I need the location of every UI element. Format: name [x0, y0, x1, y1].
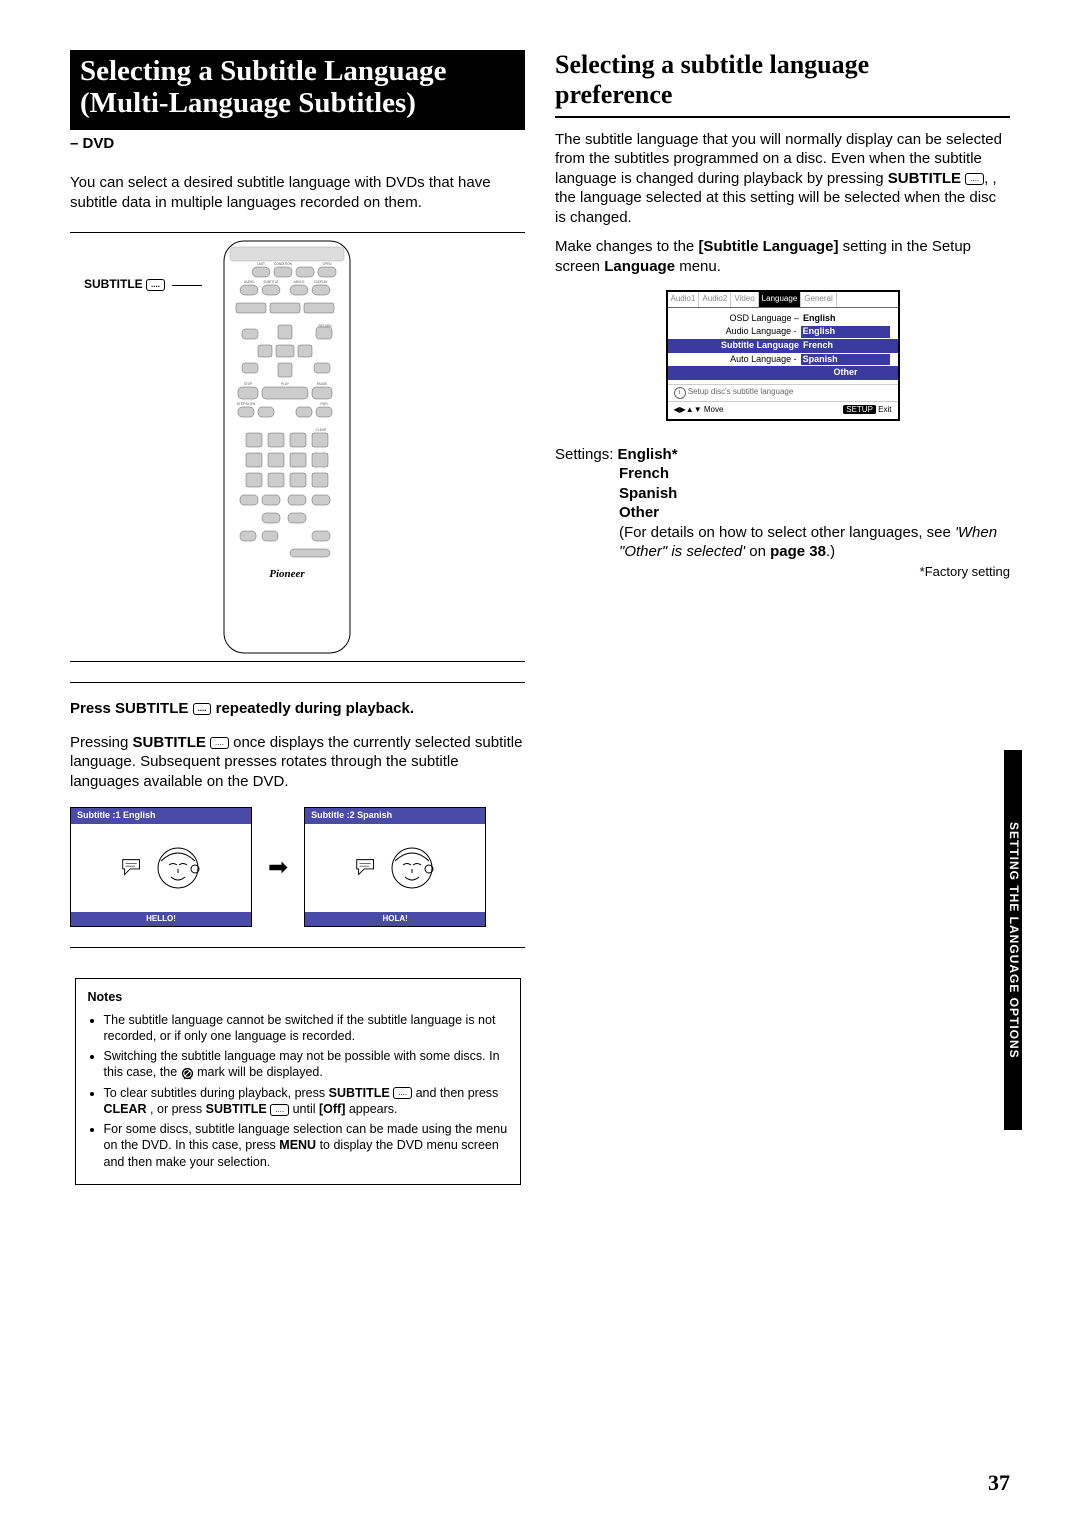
- title-line2: (Multi-Language Subtitles): [80, 88, 515, 120]
- step-instruction: Press SUBTITLE .... repeatedly during pl…: [70, 699, 525, 719]
- title-line1: Selecting a Subtitle Language: [80, 56, 515, 88]
- subtitle-callout: SUBTITLE ....: [84, 277, 202, 293]
- remote-diagram: SUBTITLE ....: [70, 232, 525, 662]
- svg-text:CLEAR: CLEAR: [316, 428, 327, 432]
- svg-text:ANGLE: ANGLE: [294, 280, 305, 284]
- svg-text:AUDIO: AUDIO: [244, 280, 255, 284]
- note-item: For some discs, subtitle language select…: [104, 1121, 508, 1170]
- svg-text:Pioneer: Pioneer: [270, 568, 306, 580]
- menu-tab-active: Language: [759, 292, 802, 306]
- button-glyph-icon: ....: [193, 703, 212, 715]
- menu-popup-option: Other: [668, 366, 898, 380]
- button-glyph-icon: ....: [210, 737, 229, 749]
- svg-text:STEP/SLOW: STEP/SLOW: [237, 402, 256, 406]
- menu-row-selected: Subtitle Language French: [668, 339, 898, 353]
- svg-text:DISPLAY: DISPLAY: [315, 280, 329, 284]
- menu-hint: i Setup disc's subtitle language: [668, 384, 898, 401]
- settings-details: (For details on how to select other lang…: [619, 523, 1010, 562]
- notes-title: Notes: [88, 989, 508, 1005]
- svg-text:LAST: LAST: [257, 262, 265, 266]
- svg-text:OPEN: OPEN: [323, 262, 333, 266]
- menu-tabs: Audio1 Audio2 Video Language General: [668, 292, 898, 307]
- svg-text:FWD: FWD: [321, 402, 329, 406]
- setting-option: French: [619, 464, 1010, 484]
- svg-text:CONDITION: CONDITION: [274, 262, 293, 266]
- note-item: The subtitle language cannot be switched…: [104, 1012, 508, 1045]
- step-body: Pressing SUBTITLE .... once displays the…: [70, 733, 525, 792]
- arrow-right-icon: ➡: [268, 852, 288, 883]
- dvd-tag: – DVD: [70, 134, 525, 154]
- menu-footer: ◀▶▲▼ Move SETUP Exit: [668, 401, 898, 418]
- speech-bubble-icon: [353, 854, 381, 882]
- svg-text:PAUSE: PAUSE: [317, 382, 328, 386]
- menu-row: OSD Language – English: [668, 312, 898, 326]
- setting-option: Other: [619, 503, 1010, 523]
- heading-rule: [555, 116, 1010, 118]
- menu-row: Auto Language - Spanish: [668, 353, 898, 367]
- setting-option: Spanish: [619, 484, 1010, 504]
- page-number: 37: [988, 1469, 1010, 1498]
- button-glyph-icon: ....: [270, 1104, 289, 1116]
- menu-tab: General: [801, 292, 836, 306]
- face-icon: [153, 843, 203, 893]
- face-icon: [387, 843, 437, 893]
- osd-left: Subtitle :1 English: [70, 807, 252, 927]
- speech-bubble-icon: [119, 854, 147, 882]
- osd-example-pair: Subtitle :1 English: [70, 807, 525, 948]
- svg-text:SUBTITLE: SUBTITLE: [264, 280, 279, 284]
- prohibit-icon: [181, 1067, 194, 1080]
- osd-left-header: Subtitle :1 English: [71, 808, 251, 824]
- button-glyph-icon: ....: [146, 279, 165, 291]
- menu-row: Audio Language - English: [668, 325, 898, 339]
- button-glyph-icon: ....: [393, 1087, 412, 1099]
- osd-right-footer: HOLA!: [305, 912, 485, 926]
- setting-option: English*: [618, 446, 678, 463]
- note-item: Switching the subtitle language may not …: [104, 1048, 508, 1081]
- sidebar-tab: SETTING THE LANGUAGE OPTIONS: [1004, 750, 1022, 1130]
- osd-right: Subtitle :2 Spanish: [304, 807, 486, 927]
- menu-tab: Video: [731, 292, 758, 306]
- factory-note: *Factory setting: [555, 564, 1010, 581]
- button-glyph-icon: ....: [965, 173, 984, 185]
- osd-right-header: Subtitle :2 Spanish: [305, 808, 485, 824]
- svg-text:STOP: STOP: [244, 382, 253, 386]
- settings-list: Settings: English* French Spanish Other: [555, 445, 1010, 523]
- right-heading: Selecting a subtitle languagepreference: [555, 50, 1010, 110]
- intro-text: You can select a desired subtitle langua…: [70, 173, 525, 212]
- menu-tab: Audio1: [668, 292, 700, 306]
- remote-control-icon: Pioneer LAST CONDITION OPEN AUDIO SUBTITLE A…: [212, 237, 362, 657]
- right-paragraph-2: Make changes to the [Subtitle Language] …: [555, 237, 1010, 276]
- svg-text:PLAY: PLAY: [281, 382, 290, 386]
- osd-left-footer: HELLO!: [71, 912, 251, 926]
- note-item: To clear subtitles during playback, pres…: [104, 1085, 508, 1118]
- notes-box: Notes The subtitle language cannot be sw…: [75, 978, 521, 1185]
- menu-tab: Audio2: [699, 292, 731, 306]
- section-title: Selecting a Subtitle Language (Multi-Lan…: [70, 50, 525, 130]
- setup-menu-screenshot: Audio1 Audio2 Video Language General OSD…: [666, 290, 900, 420]
- right-paragraph-1: The subtitle language that you will norm…: [555, 130, 1010, 228]
- svg-text:RETURN: RETURN: [319, 324, 333, 328]
